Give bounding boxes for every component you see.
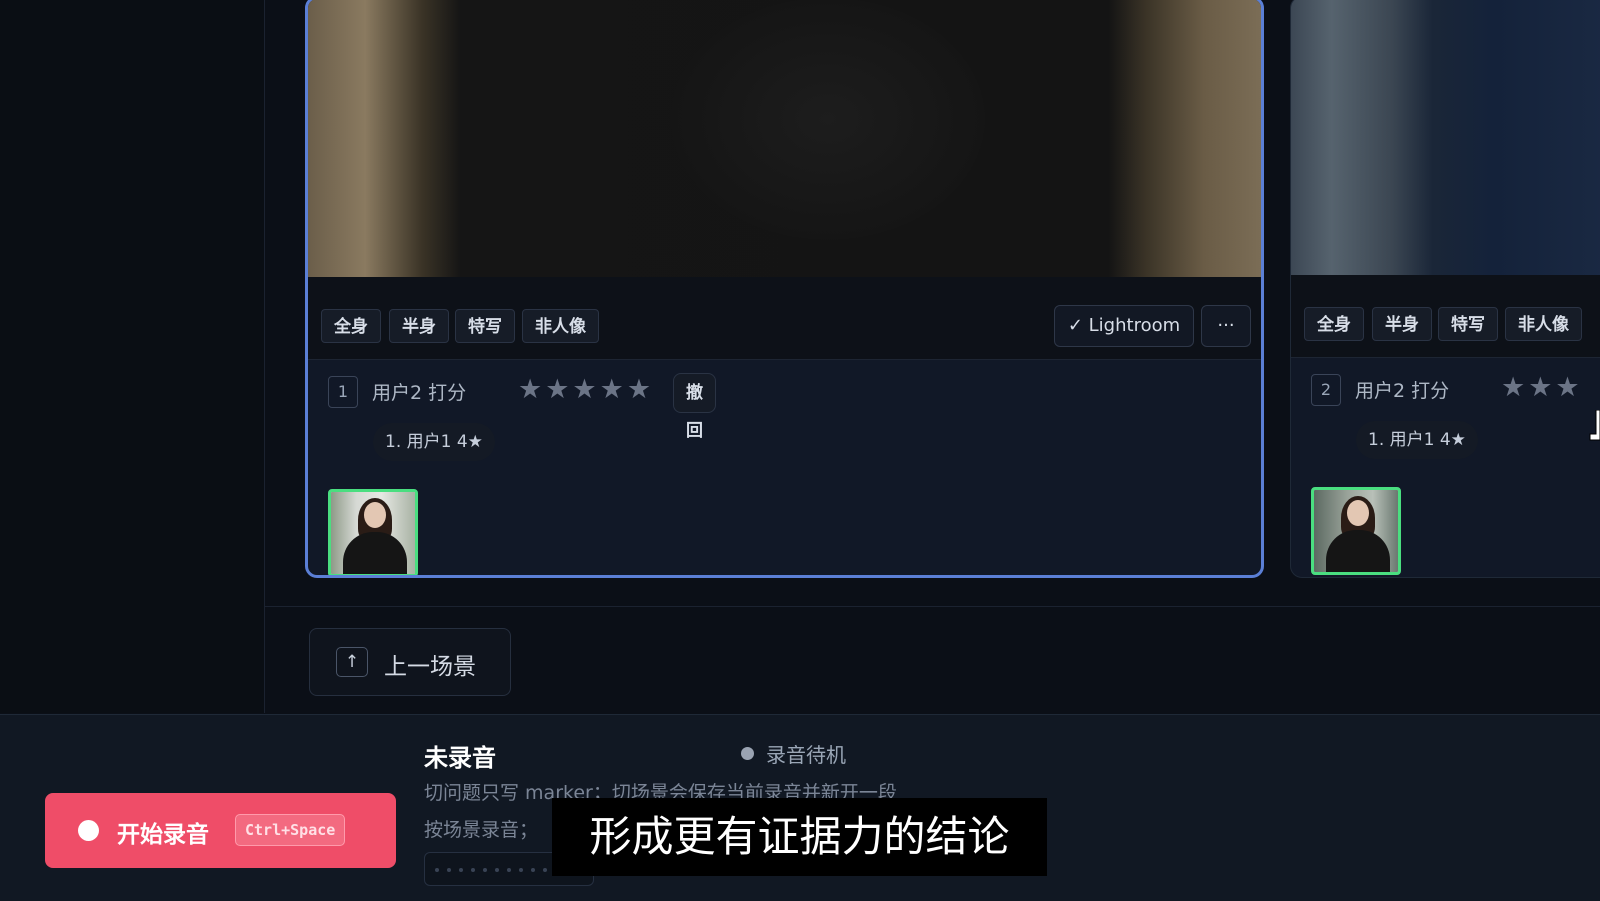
rating-label: 用户2 打分 bbox=[1355, 380, 1450, 402]
mouse-cursor-icon bbox=[1589, 410, 1600, 441]
divider bbox=[265, 606, 1600, 607]
tag-full-body-button[interactable]: 全身 bbox=[1304, 307, 1364, 341]
star-rating[interactable]: ★★★★★ bbox=[518, 374, 654, 405]
start-recording-label: 开始录音 bbox=[117, 822, 209, 848]
tag-non-portrait-button[interactable]: 非人像 bbox=[522, 309, 599, 343]
start-recording-button[interactable]: 开始录音 Ctrl+Space bbox=[45, 793, 396, 868]
tag-half-body-button[interactable]: 半身 bbox=[389, 309, 449, 343]
recording-status-badge: 录音待机 bbox=[766, 743, 846, 767]
tag-closeup-button[interactable]: 特写 bbox=[455, 309, 515, 343]
star-rating[interactable]: ★★★ bbox=[1501, 372, 1583, 403]
undo-button[interactable]: 撤回 bbox=[673, 373, 716, 441]
card-toolbar: 全身 半身 特写 非人像 bbox=[1291, 275, 1600, 358]
photo-card-selected[interactable]: 全身 半身 特写 非人像 ✓ Lightroom ··· 1 用户2 打分 ★★… bbox=[305, 0, 1264, 578]
tag-full-body-button[interactable]: 全身 bbox=[321, 309, 381, 343]
status-dot-icon bbox=[741, 747, 754, 760]
record-dot-icon bbox=[78, 820, 99, 841]
photo-card[interactable]: 全身 半身 特写 非人像 2 用户2 打分 ★★★ 1. 用户1 4★ bbox=[1290, 0, 1600, 578]
tag-half-body-button[interactable]: 半身 bbox=[1372, 307, 1432, 341]
left-sidebar bbox=[0, 0, 265, 713]
more-options-button[interactable]: ··· bbox=[1201, 305, 1251, 347]
photo-preview[interactable] bbox=[1291, 0, 1600, 275]
vote-pill: 1. 用户1 4★ bbox=[1356, 421, 1478, 459]
photo-thumbnail[interactable] bbox=[328, 489, 418, 575]
recording-status-title: 未录音 bbox=[424, 744, 496, 772]
photo-index-badge: 1 bbox=[328, 376, 358, 408]
video-subtitle: 形成更有证据力的结论 bbox=[552, 798, 1047, 876]
tag-non-portrait-button[interactable]: 非人像 bbox=[1505, 307, 1582, 341]
card-toolbar: 全身 半身 特写 非人像 ✓ Lightroom ··· bbox=[308, 277, 1261, 360]
photo-preview[interactable] bbox=[308, 0, 1261, 277]
tag-closeup-button[interactable]: 特写 bbox=[1438, 307, 1498, 341]
previous-scene-label: 上一场景 bbox=[384, 654, 476, 680]
previous-scene-button[interactable]: ↑ 上一场景 bbox=[309, 628, 511, 696]
arrow-up-icon: ↑ bbox=[336, 647, 368, 677]
lightroom-button[interactable]: ✓ Lightroom bbox=[1054, 305, 1194, 347]
rating-label: 用户2 打分 bbox=[372, 382, 467, 404]
photo-index-badge: 2 bbox=[1311, 374, 1341, 406]
shortcut-badge: Ctrl+Space bbox=[235, 814, 346, 846]
vote-pill: 1. 用户1 4★ bbox=[373, 423, 495, 461]
recording-hint-secondary: 按场景录音； bbox=[424, 819, 539, 841]
photo-thumbnail[interactable] bbox=[1311, 487, 1401, 575]
